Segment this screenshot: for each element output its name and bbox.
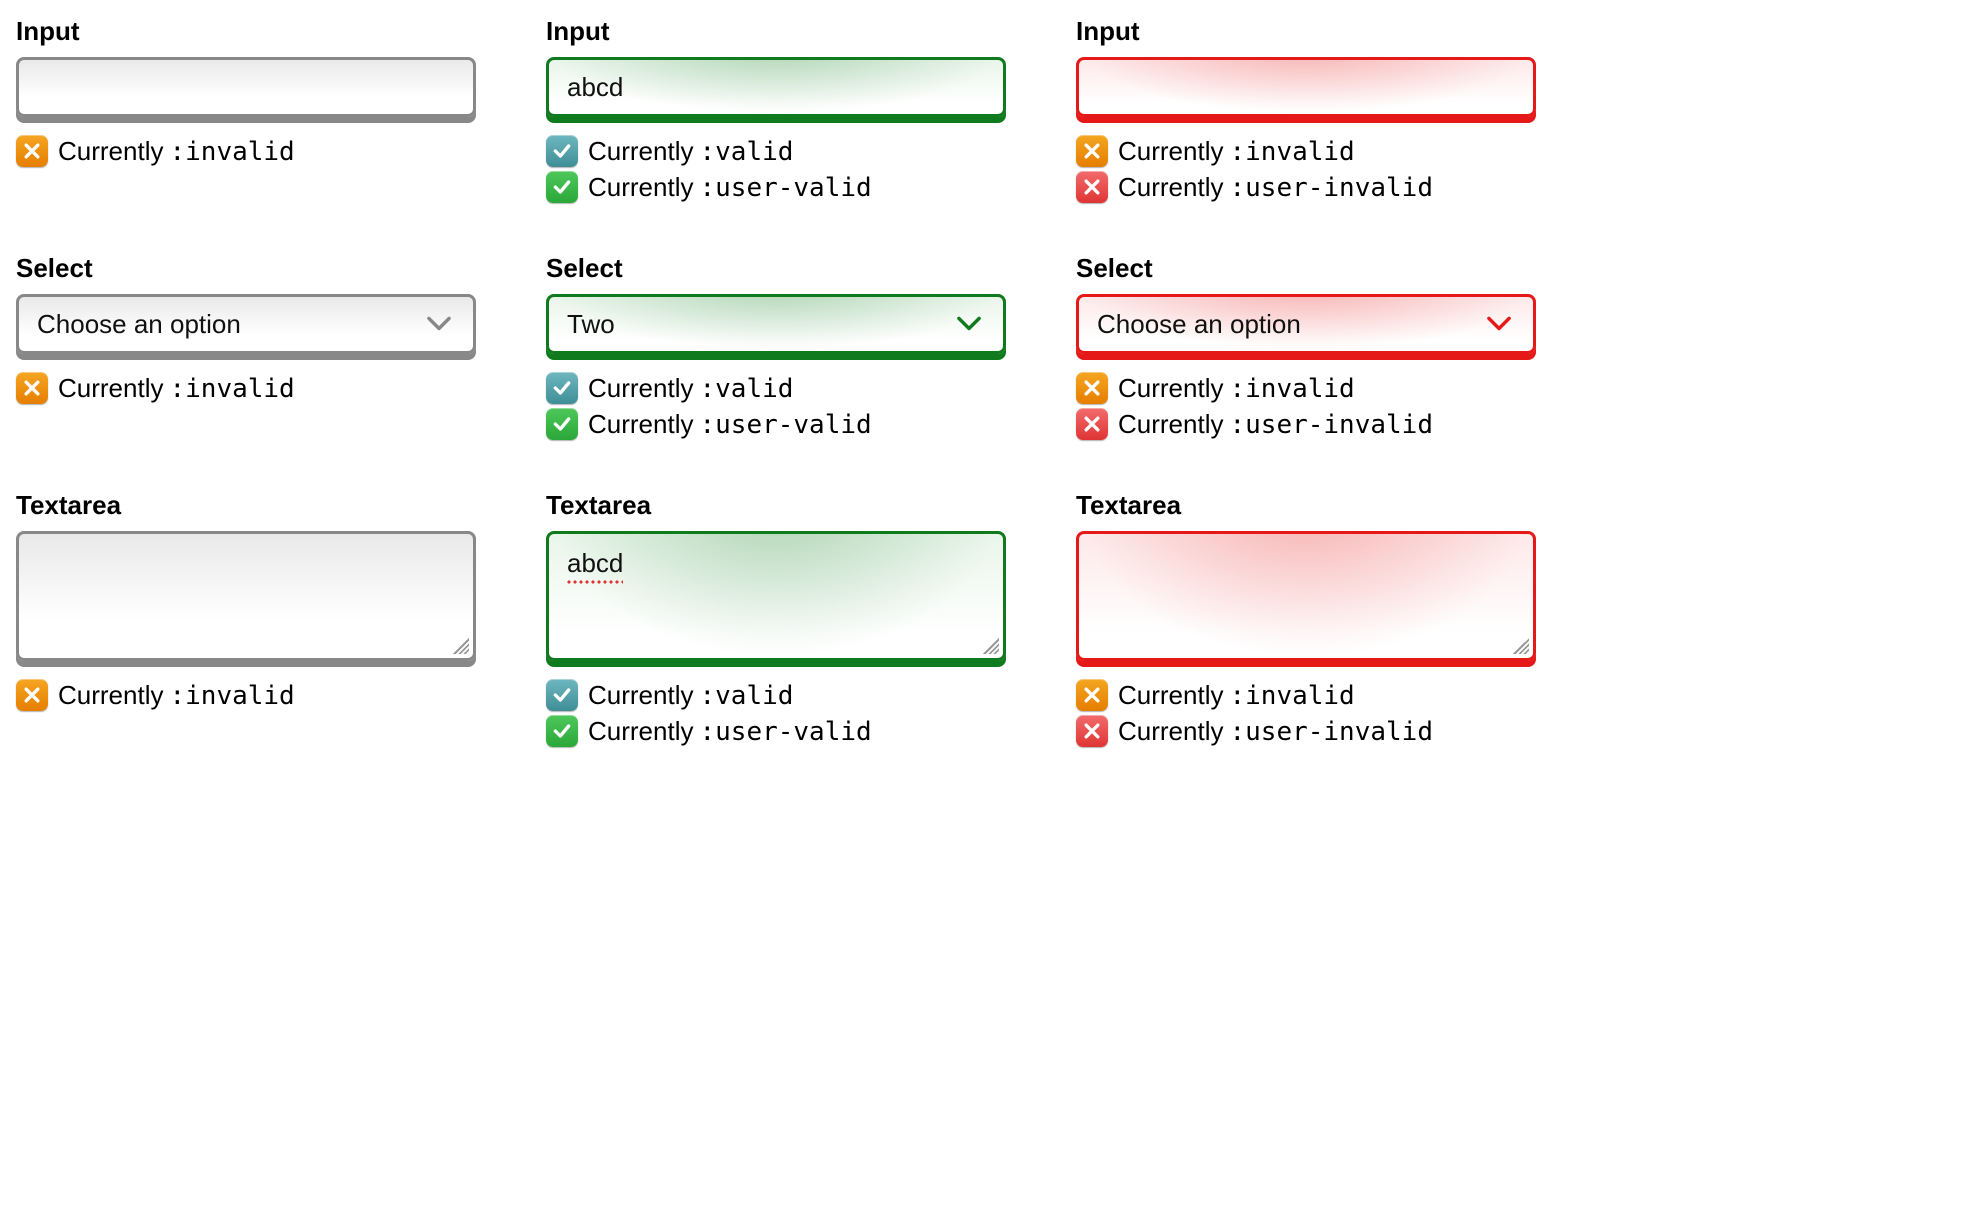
status-list: Currently :valid Currently :user-valid (546, 679, 1006, 747)
textarea-field-valid[interactable]: abcd (546, 531, 1006, 661)
textarea-value: abcd (567, 548, 623, 579)
status-list: Currently :invalid Currently :user-inval… (1076, 679, 1536, 747)
label-input: Input (1076, 16, 1536, 47)
check-icon (546, 135, 578, 167)
select-value: Choose an option (1097, 309, 1301, 340)
check-icon (546, 372, 578, 404)
cell-input-invalid: Input Currently :invalid Currently :user… (1076, 16, 1536, 203)
input-field-invalid[interactable] (1076, 57, 1536, 117)
status-list: Currently :invalid (16, 135, 476, 167)
input-field-valid[interactable]: abcd (546, 57, 1006, 117)
label-select: Select (16, 253, 476, 284)
input-field-neutral[interactable] (16, 57, 476, 117)
cell-textarea-invalid: Textarea Currently :invalid Currently :u… (1076, 490, 1536, 747)
cell-select-neutral: Select Choose an option Currently :inval… (16, 253, 476, 440)
x-icon (16, 372, 48, 404)
status-invalid: Currently :invalid (16, 679, 476, 711)
status-user-invalid: Currently :user-invalid (1076, 408, 1536, 440)
chevron-down-icon (423, 315, 455, 333)
status-invalid: Currently :invalid (1076, 372, 1536, 404)
x-icon (1076, 171, 1108, 203)
status-invalid: Currently :invalid (1076, 679, 1536, 711)
check-icon (546, 679, 578, 711)
status-user-valid: Currently :user-valid (546, 715, 1006, 747)
status-text: Currently :invalid (1118, 680, 1355, 711)
textarea-field-neutral[interactable] (16, 531, 476, 661)
status-invalid: Currently :invalid (16, 135, 476, 167)
status-list: Currently :invalid (16, 679, 476, 711)
label-textarea: Textarea (1076, 490, 1536, 521)
status-text: Currently :user-valid (588, 716, 872, 747)
status-valid: Currently :valid (546, 135, 1006, 167)
cell-input-neutral: Input Currently :invalid (16, 16, 476, 203)
x-icon (16, 135, 48, 167)
validation-states-grid: Input Currently :invalid Input abcd (16, 16, 1536, 747)
status-text: Currently :valid (588, 680, 793, 711)
select-field-valid[interactable]: Two (546, 294, 1006, 354)
x-icon (1076, 408, 1108, 440)
x-icon (16, 679, 48, 711)
resize-handle-icon[interactable] (1513, 638, 1529, 654)
x-icon (1076, 679, 1108, 711)
check-icon (546, 408, 578, 440)
x-icon (1076, 715, 1108, 747)
label-textarea: Textarea (546, 490, 1006, 521)
label-textarea: Textarea (16, 490, 476, 521)
textarea-field-invalid[interactable] (1076, 531, 1536, 661)
status-list: Currently :invalid Currently :user-inval… (1076, 135, 1536, 203)
status-list: Currently :invalid (16, 372, 476, 404)
status-text: Currently :user-invalid (1118, 409, 1433, 440)
chevron-down-icon (1483, 315, 1515, 333)
status-text: Currently :user-valid (588, 409, 872, 440)
select-value: Two (567, 309, 615, 340)
select-field-invalid[interactable]: Choose an option (1076, 294, 1536, 354)
status-list: Currently :invalid Currently :user-inval… (1076, 372, 1536, 440)
label-input: Input (16, 16, 476, 47)
status-invalid: Currently :invalid (16, 372, 476, 404)
status-list: Currently :valid Currently :user-valid (546, 372, 1006, 440)
select-field-neutral[interactable]: Choose an option (16, 294, 476, 354)
status-text: Currently :user-invalid (1118, 172, 1433, 203)
status-text: Currently :user-invalid (1118, 716, 1433, 747)
status-text: Currently :invalid (58, 136, 295, 167)
cell-textarea-valid: Textarea abcd Currently :valid Currently… (546, 490, 1006, 747)
cell-select-invalid: Select Choose an option Currently :inval… (1076, 253, 1536, 440)
label-select: Select (1076, 253, 1536, 284)
check-icon (546, 171, 578, 203)
status-text: Currently :valid (588, 373, 793, 404)
status-list: Currently :valid Currently :user-valid (546, 135, 1006, 203)
input-value: abcd (567, 72, 623, 103)
resize-handle-icon[interactable] (453, 638, 469, 654)
status-user-valid: Currently :user-valid (546, 408, 1006, 440)
resize-handle-icon[interactable] (983, 638, 999, 654)
status-user-invalid: Currently :user-invalid (1076, 171, 1536, 203)
status-user-invalid: Currently :user-invalid (1076, 715, 1536, 747)
cell-textarea-neutral: Textarea Currently :invalid (16, 490, 476, 747)
cell-input-valid: Input abcd Currently :valid Currently :u… (546, 16, 1006, 203)
x-icon (1076, 135, 1108, 167)
status-text: Currently :invalid (58, 680, 295, 711)
status-valid: Currently :valid (546, 372, 1006, 404)
status-text: Currently :invalid (58, 373, 295, 404)
status-user-valid: Currently :user-valid (546, 171, 1006, 203)
label-select: Select (546, 253, 1006, 284)
status-invalid: Currently :invalid (1076, 135, 1536, 167)
check-icon (546, 715, 578, 747)
x-icon (1076, 372, 1108, 404)
label-input: Input (546, 16, 1006, 47)
cell-select-valid: Select Two Currently :valid Cu (546, 253, 1006, 440)
status-text: Currently :valid (588, 136, 793, 167)
status-valid: Currently :valid (546, 679, 1006, 711)
status-text: Currently :user-valid (588, 172, 872, 203)
select-value: Choose an option (37, 309, 241, 340)
status-text: Currently :invalid (1118, 136, 1355, 167)
status-text: Currently :invalid (1118, 373, 1355, 404)
chevron-down-icon (953, 315, 985, 333)
